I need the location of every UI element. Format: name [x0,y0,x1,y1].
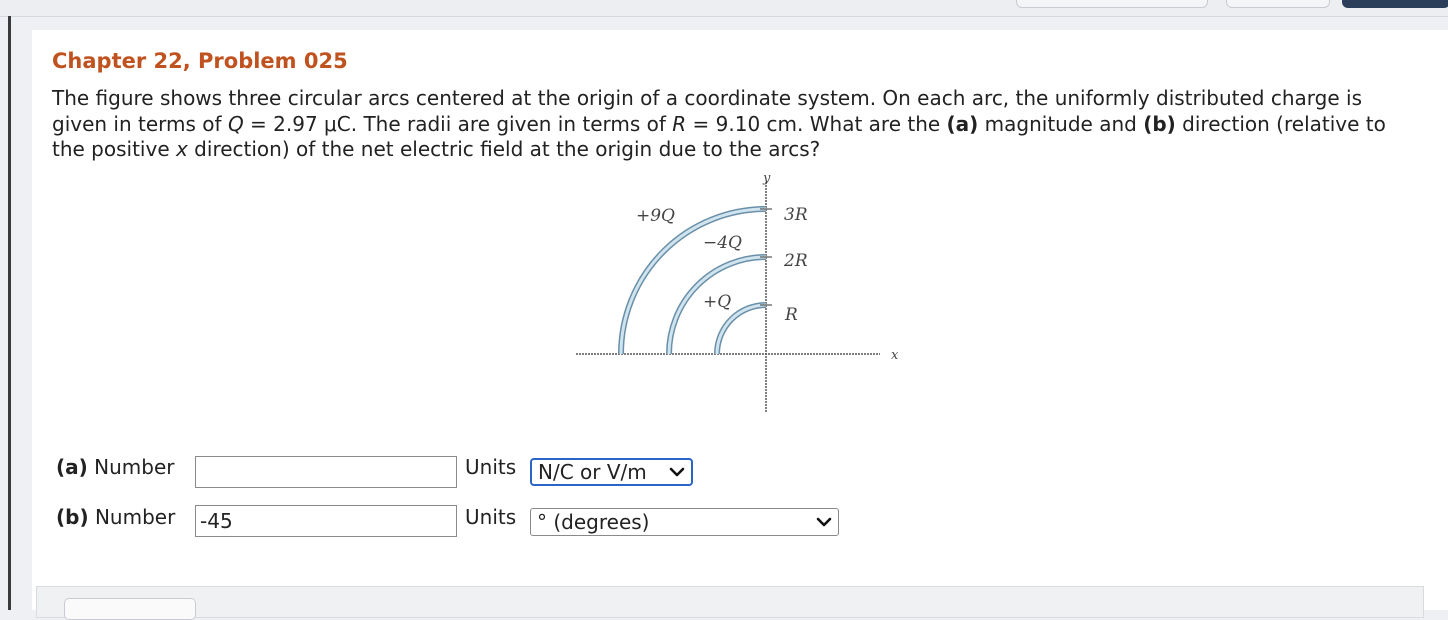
part-b-label: (b) Number [56,505,176,529]
outer-radius-label: 3R [784,205,808,225]
toolbar-button[interactable] [1226,0,1330,8]
problem-text: The figure shows three circular arcs cen… [52,86,1386,161]
x-axis-label: x [891,348,899,363]
part-b-units-label: Units [465,505,517,529]
outer-arc [618,206,767,355]
part-a-label: (a) Number [56,455,175,479]
toolbar-button[interactable] [1016,0,1208,8]
bottom-panel [36,586,1424,618]
top-toolbar [0,0,1448,17]
outer-arc-charge-label: +9Q [636,206,675,226]
left-divider [8,16,11,610]
middle-radius-label: 2R [783,251,808,271]
part-b-units-select[interactable]: ° (degrees) [530,508,839,536]
arcs-figure: y x +9Q −4Q +Q 3R 2R R [576,171,899,412]
inner-arc-charge-label: +Q [703,292,731,312]
part-a-number-input[interactable] [195,456,457,488]
chevron-down-icon [816,517,832,527]
inner-radius-label: R [784,305,798,325]
middle-arc-charge-label: −4Q [703,233,742,253]
toolbar-button[interactable] [1342,0,1448,8]
chevron-down-icon [669,467,685,477]
part-a-units-select[interactable]: N/C or V/m [530,458,693,486]
bottom-button[interactable] [64,598,196,620]
problem-title: Chapter 22, Problem 025 [52,49,348,73]
part-a-units-label: Units [465,455,517,479]
part-a-units-value: N/C or V/m [538,460,647,484]
y-axis-label: y [762,171,771,186]
part-b-number-input[interactable] [195,505,457,537]
part-b-units-value: ° (degrees) [537,510,650,534]
